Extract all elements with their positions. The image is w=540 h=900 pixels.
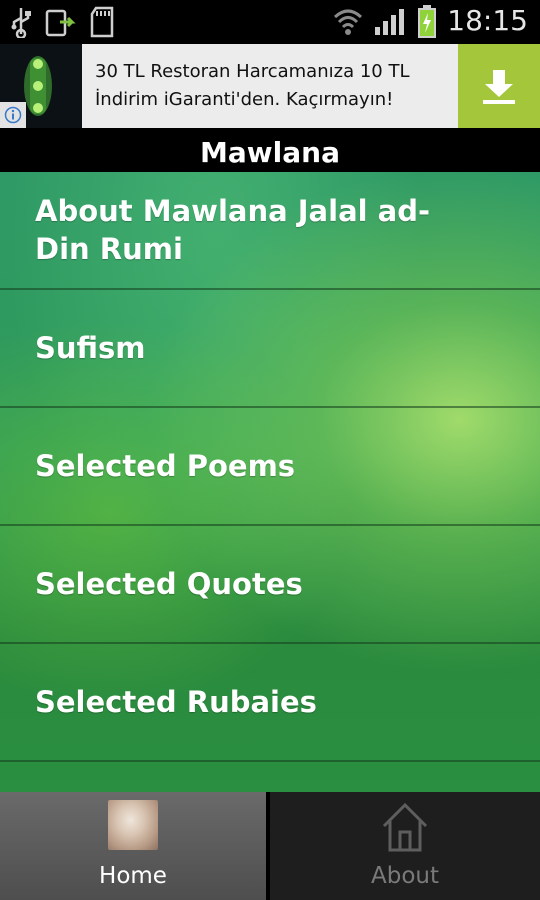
bottom-tab-bar: Home About [0, 792, 540, 900]
menu-list: About Mawlana Jalal ad-Din Rumi Sufism S… [0, 172, 540, 792]
tab-home[interactable]: Home [0, 792, 268, 900]
info-icon[interactable] [0, 102, 26, 128]
menu-item-selected-quotes[interactable]: Selected Quotes [0, 526, 540, 644]
menu-item-label: Selected Quotes [35, 567, 303, 601]
menu-item-label: Selected Poems [35, 449, 296, 483]
home-photo-icon [108, 800, 158, 854]
tab-about[interactable]: About [270, 792, 540, 900]
menu-item-label: About Mawlana Jalal ad-Din Rumi [35, 194, 431, 266]
menu-item-sufism[interactable]: Sufism [0, 290, 540, 408]
menu-item-selected-rubaies[interactable]: Selected Rubaies [0, 644, 540, 762]
status-bar: 18:15 [0, 0, 540, 44]
ad-banner[interactable]: 30 TL Restoran Harcamanıza 10 TL İndirim… [0, 44, 540, 128]
ad-download-button[interactable] [458, 44, 540, 128]
menu-item-selected-poems[interactable]: Selected Poems [0, 408, 540, 526]
download-icon [483, 70, 515, 104]
clock: 18:15 [447, 4, 528, 37]
screen-share-icon [45, 9, 76, 37]
menu-item-label: Selected Rubaies [35, 685, 317, 719]
tab-about-label: About [370, 863, 439, 889]
usb-icon [11, 8, 31, 38]
wifi-icon [334, 9, 363, 35]
ad-text[interactable]: 30 TL Restoran Harcamanıza 10 TL İndirim… [95, 58, 450, 114]
app-title: Mawlana [0, 128, 540, 172]
signal-icon [375, 9, 405, 35]
house-icon [382, 802, 428, 852]
sd-card-icon [90, 6, 114, 38]
menu-item-label: Sufism [35, 331, 146, 365]
tab-home-label: Home [99, 863, 167, 889]
menu-item-about-rumi[interactable]: About Mawlana Jalal ad-Din Rumi [0, 172, 540, 290]
battery-icon [418, 5, 437, 38]
